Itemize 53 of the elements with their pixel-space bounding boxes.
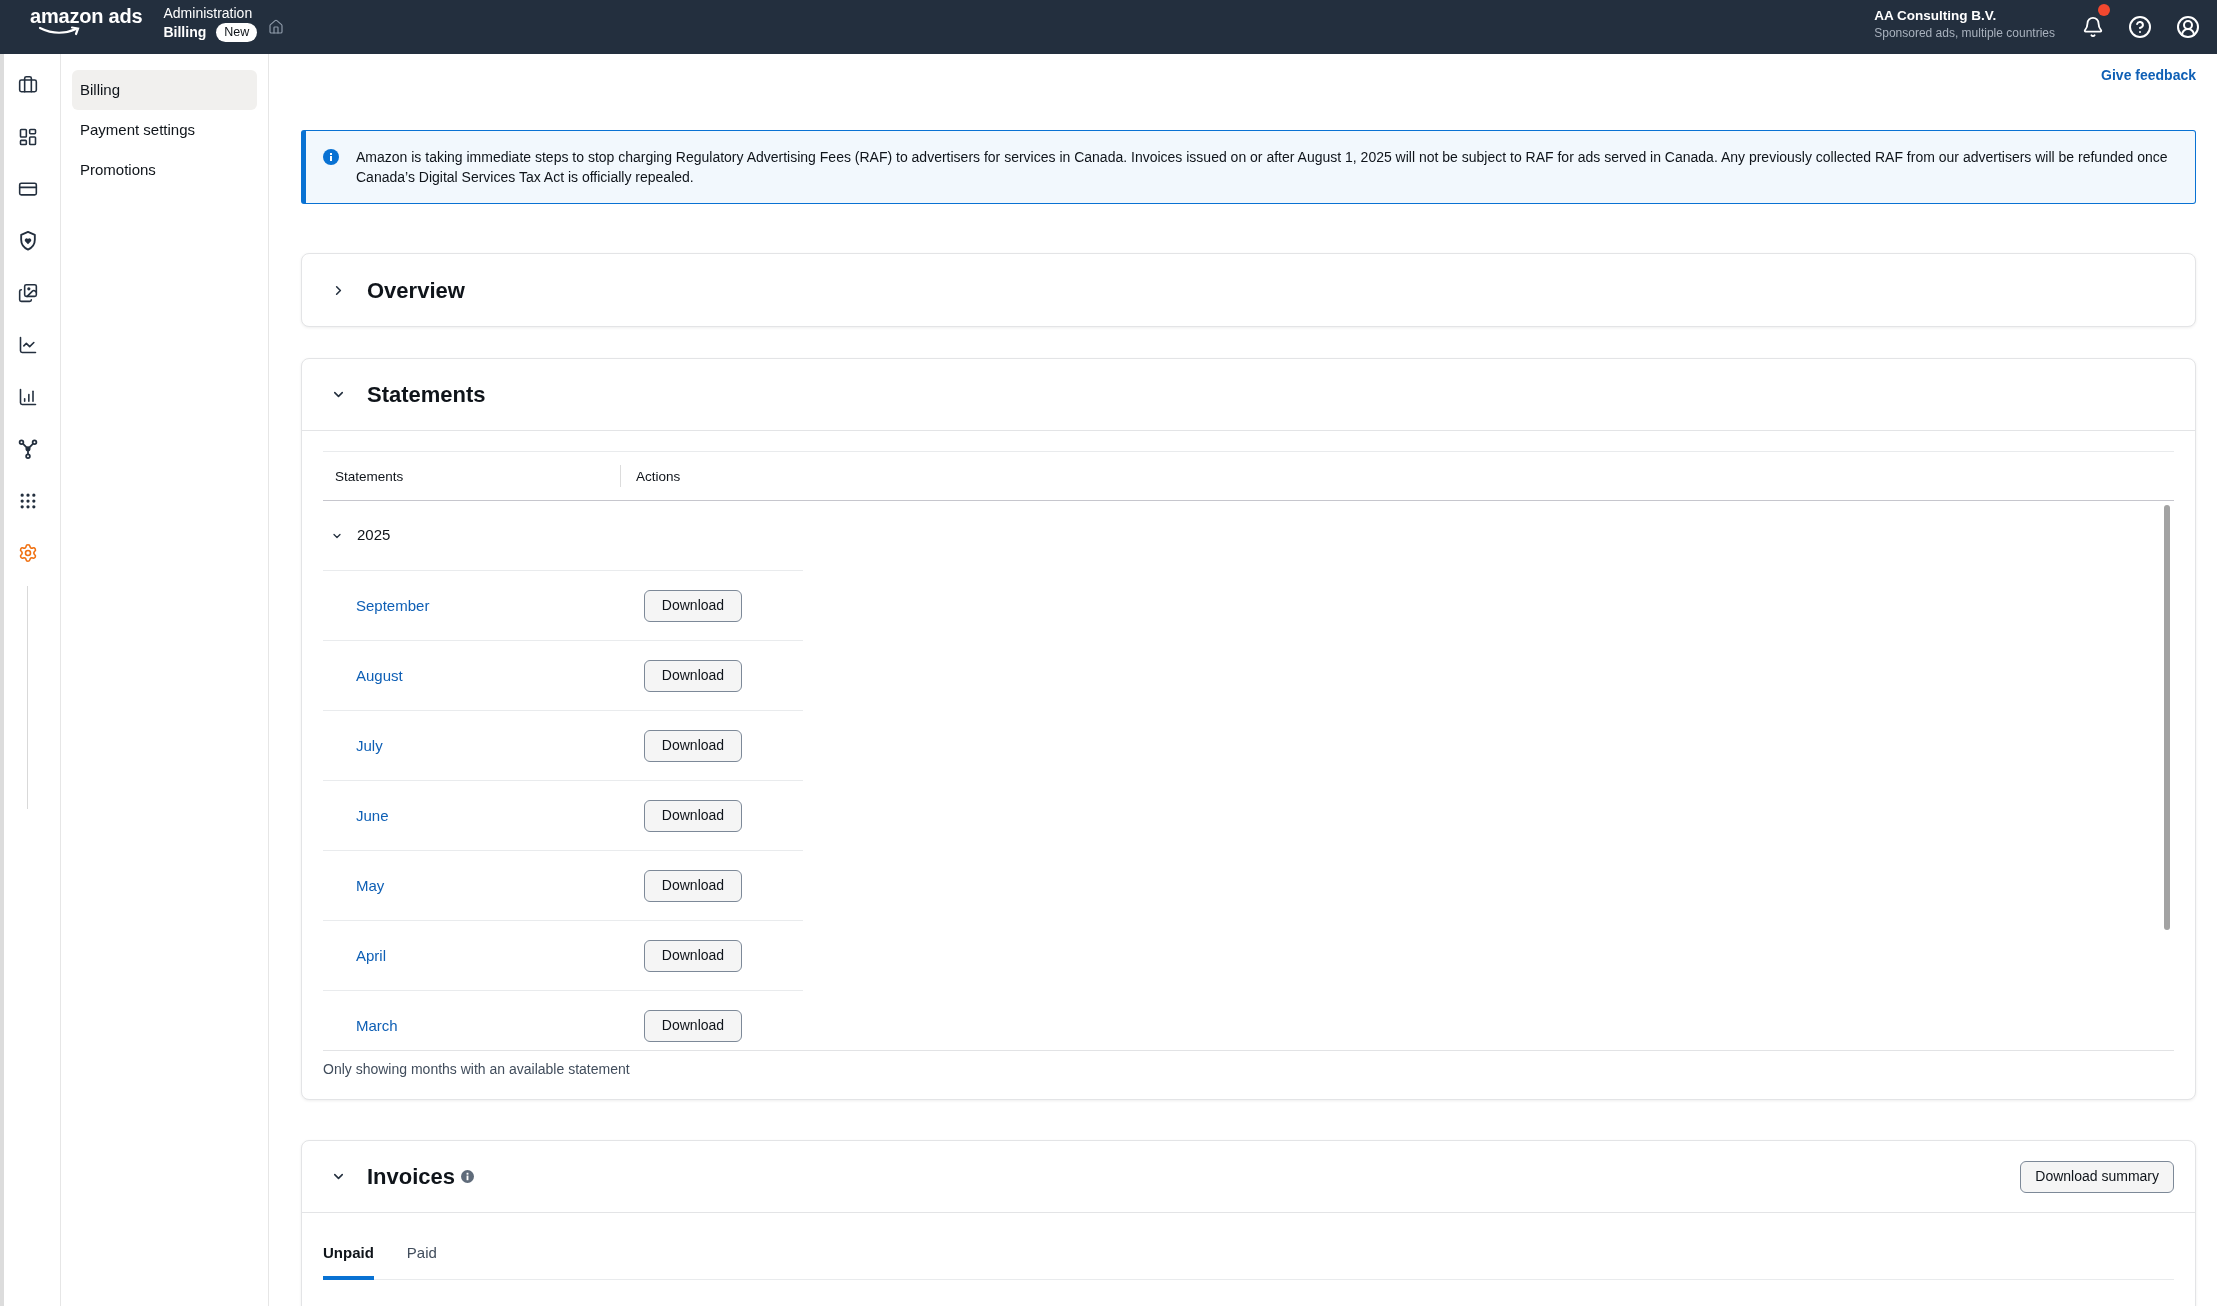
connected-nodes-icon[interactable] [18,439,38,459]
statement-month-link[interactable]: July [356,736,383,754]
tab[interactable]: Paid [406,1243,437,1280]
nav-item[interactable]: Billing [72,70,257,110]
nav-item[interactable]: Promotions [72,150,257,190]
help-icon[interactable] [2128,15,2152,39]
images-icon[interactable] [18,283,38,303]
statement-month-link[interactable]: June [356,806,389,824]
statement-month-link[interactable]: April [356,946,386,964]
line-chart-icon[interactable] [18,335,38,355]
statement-month-link[interactable]: August [356,666,403,684]
statement-month-link[interactable]: May [356,876,385,894]
info-icon [323,149,339,165]
shield-heart-icon[interactable] [18,231,38,251]
give-feedback-link[interactable]: Give feedback [2101,65,2196,85]
logo[interactable]: amazon ads [30,5,143,27]
scrollbar-thumb[interactable] [2163,505,2170,930]
download-summary-button[interactable]: Download summary [2020,1160,2174,1193]
tab[interactable]: Unpaid [323,1243,374,1280]
footnote-text: Only showing months with an available statement [323,1060,631,1079]
briefcase-icon[interactable] [18,75,38,95]
smile-arrow-icon [38,26,82,36]
account-detail: Sponsored ads, multiple countries [1874,25,2055,41]
column-header: Statements [335,469,404,484]
download-button[interactable]: Download [644,589,742,622]
column-header: Actions [636,469,681,484]
statement-month-link[interactable]: September [356,596,430,614]
download-button[interactable]: Download [644,799,742,832]
section-title: Invoices [367,1163,456,1191]
notice-text: Amazon is taking immediate steps to stop charging Regulatory Advertising Fees (RAF) to advertisers for services in Canada. Invoices issued on or after August 1, 2025 will not be subject to RAF for ads served in Canada. Any previously collected RAF from our advertisers will be refunded once Canada’s Digital Services Tax Act is officially repealed. [356,148,2169,187]
page-title: Billing [163,22,207,42]
user-account-icon[interactable] [2176,15,2200,39]
dots-grid-icon[interactable] [18,491,38,511]
download-button[interactable]: Download [644,659,742,692]
download-button[interactable]: Download [644,729,742,762]
new-badge: New [216,22,258,42]
section-label: Administration [163,4,254,22]
download-button[interactable]: Download [644,939,742,972]
download-button[interactable]: Download [644,1009,742,1042]
section-title: Statements [367,381,486,409]
info-icon[interactable] [461,1170,475,1183]
account-name[interactable]: AA Consulting B.V. [1874,7,2055,25]
credit-card-icon[interactable] [18,179,38,199]
section-title: Overview [367,276,465,305]
settings-icon[interactable] [18,543,38,563]
nav-item[interactable]: Payment settings [72,110,257,150]
statement-month-link[interactable]: March [356,1016,398,1034]
dashboard-tiles-icon[interactable] [18,127,38,147]
notifications-bell-icon[interactable] [2082,16,2104,38]
year-label: 2025 [357,525,391,546]
home-icon[interactable] [268,19,285,35]
download-button[interactable]: Download [644,869,742,902]
bar-chart-icon[interactable] [18,387,38,407]
